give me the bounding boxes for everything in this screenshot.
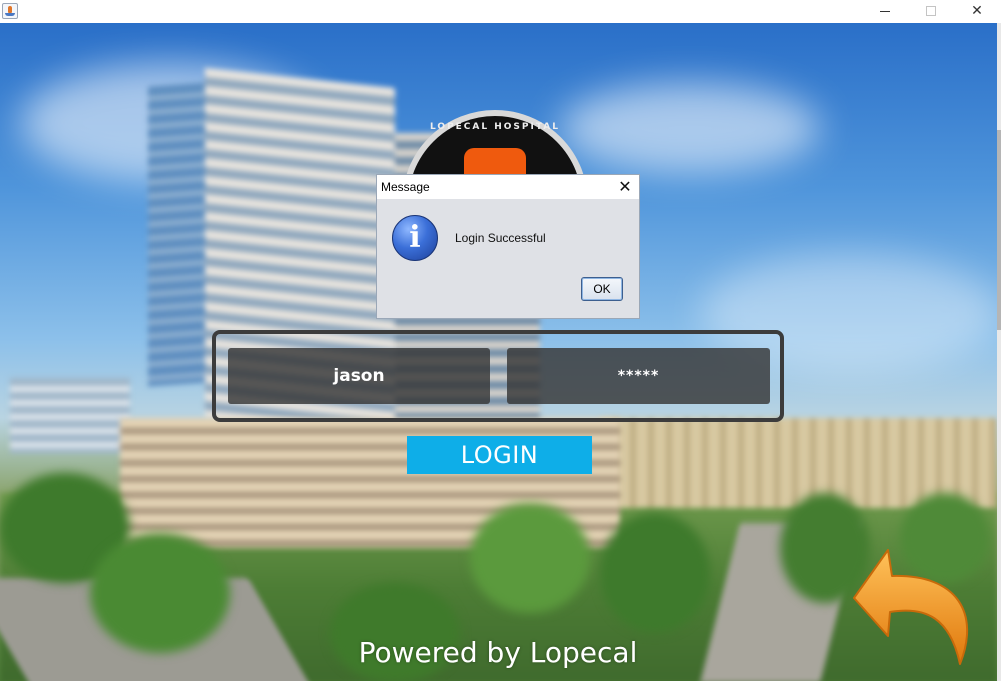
- message-dialog: Message ✕ i Login Successful OK: [376, 174, 640, 319]
- maximize-icon: [926, 6, 936, 16]
- info-icon: i: [392, 215, 438, 261]
- maximize-button[interactable]: [908, 0, 954, 23]
- logo-text: LOPECAL HOSPITAL: [430, 122, 560, 132]
- dialog-title: Message: [381, 180, 430, 194]
- scrollbar-thumb[interactable]: [997, 130, 1001, 330]
- dialog-close-button[interactable]: ✕: [612, 175, 638, 199]
- ok-button[interactable]: OK: [581, 277, 623, 301]
- password-field[interactable]: *****: [507, 348, 770, 404]
- dialog-message: Login Successful: [455, 231, 546, 245]
- dialog-titlebar: Message ✕: [377, 175, 639, 199]
- window-scrollbar[interactable]: [997, 23, 1001, 681]
- window-close-button[interactable]: ✕: [954, 0, 1000, 23]
- minimize-icon: [880, 10, 890, 12]
- java-app-icon: [2, 3, 18, 19]
- username-field[interactable]: jason: [228, 348, 490, 404]
- minimize-button[interactable]: [862, 0, 908, 23]
- window-titlebar: ✕: [0, 0, 1001, 23]
- back-arrow-icon[interactable]: [848, 546, 978, 670]
- login-button[interactable]: LOGIN: [407, 436, 592, 474]
- powered-by-text: Powered by Lopecal: [358, 636, 638, 669]
